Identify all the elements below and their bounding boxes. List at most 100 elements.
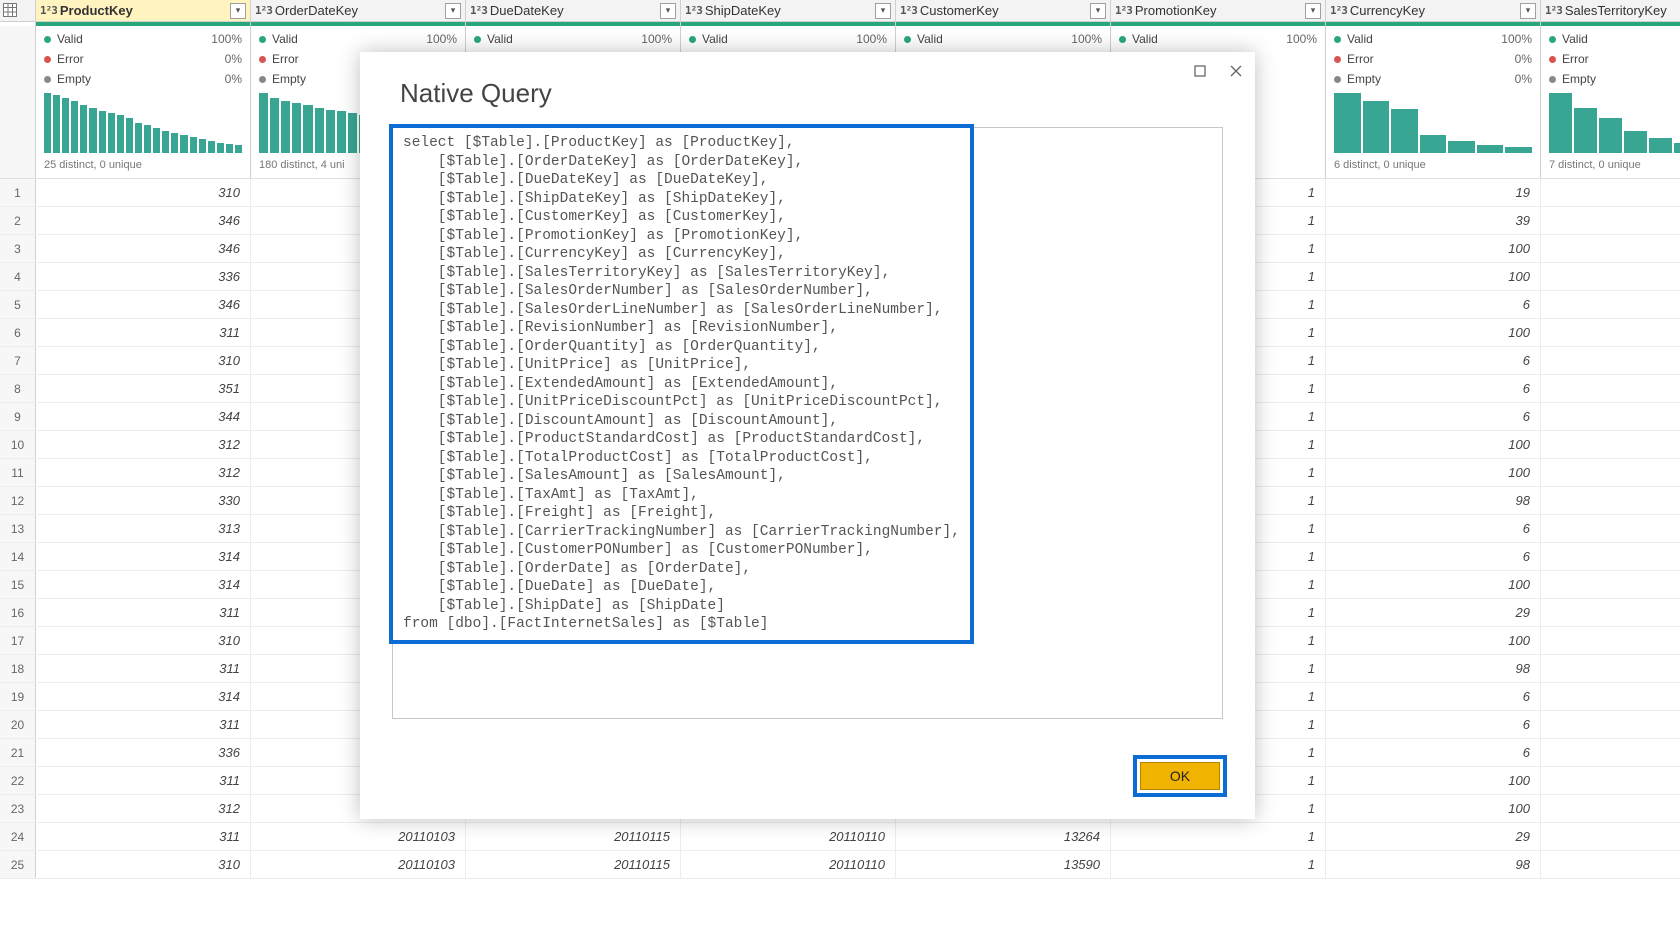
cell[interactable] <box>1541 627 1680 654</box>
cell[interactable] <box>1541 459 1680 486</box>
column-filter-button[interactable]: ▾ <box>230 3 246 19</box>
cell[interactable] <box>1541 319 1680 346</box>
column-filter-button[interactable]: ▾ <box>875 3 891 19</box>
cell[interactable]: 6 <box>1326 347 1541 374</box>
column-filter-button[interactable]: ▾ <box>1305 3 1321 19</box>
column-filter-button[interactable]: ▾ <box>1090 3 1106 19</box>
cell[interactable]: 346 <box>36 235 251 262</box>
ok-button[interactable]: OK <box>1140 762 1220 790</box>
cell[interactable]: 100 <box>1326 235 1541 262</box>
cell[interactable]: 20110115 <box>466 851 681 878</box>
cell[interactable]: 100 <box>1326 459 1541 486</box>
cell[interactable]: 311 <box>36 767 251 794</box>
cell[interactable]: 39 <box>1326 207 1541 234</box>
column-header-ShipDateKey[interactable]: 1²3ShipDateKey▾ <box>681 0 896 21</box>
column-header-CustomerKey[interactable]: 1²3CustomerKey▾ <box>896 0 1111 21</box>
cell[interactable]: 19 <box>1326 179 1541 206</box>
cell[interactable]: 100 <box>1326 319 1541 346</box>
cell[interactable]: 336 <box>36 263 251 290</box>
cell[interactable] <box>1541 655 1680 682</box>
column-filter-button[interactable]: ▾ <box>660 3 676 19</box>
cell[interactable]: 100 <box>1326 627 1541 654</box>
cell[interactable]: 20110110 <box>681 823 896 850</box>
cell[interactable] <box>1541 851 1680 878</box>
cell[interactable]: 351 <box>36 375 251 402</box>
cell[interactable]: 310 <box>36 347 251 374</box>
cell[interactable] <box>1541 795 1680 822</box>
cell[interactable] <box>1541 347 1680 374</box>
cell[interactable]: 311 <box>36 599 251 626</box>
cell[interactable]: 98 <box>1326 487 1541 514</box>
cell[interactable]: 336 <box>36 739 251 766</box>
cell[interactable]: 6 <box>1326 711 1541 738</box>
cell[interactable]: 98 <box>1326 655 1541 682</box>
cell[interactable]: 312 <box>36 795 251 822</box>
table-corner[interactable] <box>0 0 36 21</box>
cell[interactable] <box>1541 487 1680 514</box>
cell[interactable]: 314 <box>36 571 251 598</box>
cell[interactable]: 100 <box>1326 263 1541 290</box>
cell[interactable] <box>1541 543 1680 570</box>
cell[interactable] <box>1541 375 1680 402</box>
cell[interactable]: 314 <box>36 543 251 570</box>
cell[interactable]: 311 <box>36 655 251 682</box>
column-filter-button[interactable]: ▾ <box>445 3 461 19</box>
cell[interactable]: 314 <box>36 683 251 710</box>
cell[interactable]: 313 <box>36 515 251 542</box>
cell[interactable] <box>1541 571 1680 598</box>
close-button[interactable] <box>1225 60 1247 82</box>
cell[interactable]: 6 <box>1326 291 1541 318</box>
cell[interactable] <box>1541 291 1680 318</box>
cell[interactable]: 6 <box>1326 375 1541 402</box>
cell[interactable] <box>1541 823 1680 850</box>
cell[interactable] <box>1541 179 1680 206</box>
column-header-DueDateKey[interactable]: 1²3DueDateKey▾ <box>466 0 681 21</box>
cell[interactable] <box>1541 711 1680 738</box>
cell[interactable] <box>1541 515 1680 542</box>
cell[interactable]: 312 <box>36 431 251 458</box>
column-header-CurrencyKey[interactable]: 1²3CurrencyKey▾ <box>1326 0 1541 21</box>
cell[interactable]: 310 <box>36 179 251 206</box>
cell[interactable]: 13590 <box>896 851 1111 878</box>
cell[interactable]: 311 <box>36 711 251 738</box>
cell[interactable]: 6 <box>1326 403 1541 430</box>
column-header-ProductKey[interactable]: 1²3ProductKey▾ <box>36 0 251 21</box>
cell[interactable]: 6 <box>1326 515 1541 542</box>
cell[interactable] <box>1541 235 1680 262</box>
cell[interactable]: 100 <box>1326 767 1541 794</box>
cell[interactable]: 310 <box>36 627 251 654</box>
cell[interactable]: 346 <box>36 291 251 318</box>
cell[interactable] <box>1541 431 1680 458</box>
cell[interactable]: 29 <box>1326 599 1541 626</box>
cell[interactable] <box>1541 683 1680 710</box>
cell[interactable] <box>1541 263 1680 290</box>
cell[interactable]: 312 <box>36 459 251 486</box>
cell[interactable] <box>1541 739 1680 766</box>
maximize-button[interactable] <box>1189 60 1211 82</box>
query-textarea[interactable]: select [$Table].[ProductKey] as [Product… <box>392 127 1223 719</box>
column-header-SalesTerritoryKey[interactable]: 1²3SalesTerritoryKey▾ <box>1541 0 1680 21</box>
cell[interactable]: 344 <box>36 403 251 430</box>
cell[interactable]: 330 <box>36 487 251 514</box>
cell[interactable]: 20110115 <box>466 823 681 850</box>
cell[interactable]: 13264 <box>896 823 1111 850</box>
cell[interactable]: 100 <box>1326 431 1541 458</box>
cell[interactable]: 346 <box>36 207 251 234</box>
cell[interactable] <box>1541 599 1680 626</box>
cell[interactable]: 6 <box>1326 683 1541 710</box>
cell[interactable]: 100 <box>1326 571 1541 598</box>
cell[interactable]: 100 <box>1326 795 1541 822</box>
column-filter-button[interactable]: ▾ <box>1520 3 1536 19</box>
cell[interactable] <box>1541 767 1680 794</box>
cell[interactable]: 1 <box>1111 823 1326 850</box>
cell[interactable]: 20110103 <box>251 823 466 850</box>
cell[interactable]: 1 <box>1111 851 1326 878</box>
cell[interactable] <box>1541 207 1680 234</box>
cell[interactable]: 310 <box>36 851 251 878</box>
table-row[interactable]: 2531020110103201101152011011013590198 <box>0 851 1680 879</box>
cell[interactable]: 6 <box>1326 543 1541 570</box>
cell[interactable] <box>1541 403 1680 430</box>
cell[interactable]: 98 <box>1326 851 1541 878</box>
column-header-OrderDateKey[interactable]: 1²3OrderDateKey▾ <box>251 0 466 21</box>
cell[interactable]: 311 <box>36 823 251 850</box>
